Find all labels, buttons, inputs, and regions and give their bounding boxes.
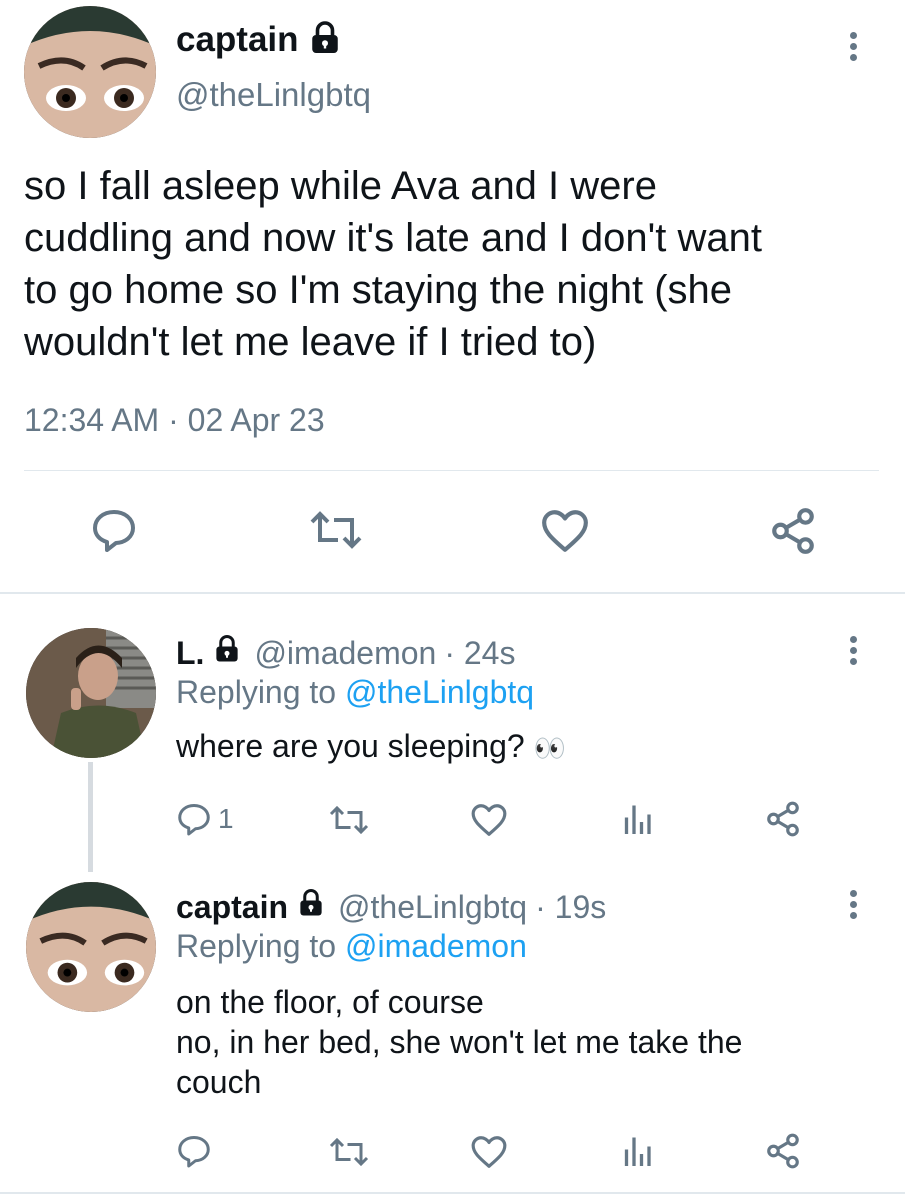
- reply-age: · 24s: [444, 634, 516, 671]
- heart-icon[interactable]: [470, 1134, 508, 1170]
- more-vertical-icon[interactable]: [838, 28, 868, 65]
- divider: [24, 470, 879, 471]
- avatar-captain[interactable]: [26, 882, 156, 1012]
- reply-header: captain @theLinlgbtq · 19s: [176, 886, 606, 928]
- eyes-emoji: 👀: [533, 733, 566, 763]
- reply-text-body: where are you sleeping?: [176, 728, 525, 764]
- thread-line: [88, 762, 93, 872]
- avatar-captain[interactable]: [24, 6, 156, 138]
- tweet-text: so I fall asleep while Ava and I were cu…: [24, 160, 762, 368]
- reply-text: on the floor, of course no, in her bed, …: [176, 982, 742, 1102]
- replying-to-link[interactable]: @theLinlgbtq: [345, 674, 534, 710]
- share-icon[interactable]: [764, 800, 802, 838]
- retweet-icon[interactable]: [326, 805, 372, 835]
- author-display-name[interactable]: captain: [176, 20, 299, 60]
- tweet-text-line: wouldn't let me leave if I tried to): [24, 320, 597, 364]
- replying-to-label: Replying to: [176, 928, 337, 964]
- lock-icon: [307, 20, 343, 61]
- replying-to: Replying to @theLinlgbtq: [176, 674, 534, 711]
- reply-text-line: on the floor, of course: [176, 984, 484, 1020]
- reply-author-name[interactable]: L.: [176, 635, 204, 672]
- tweet-text-line: to go home so I'm staying the night (she: [24, 268, 733, 312]
- retweet-icon[interactable]: [306, 510, 366, 550]
- reply-author-name[interactable]: captain: [176, 889, 288, 926]
- replying-to-link[interactable]: @imademon: [345, 928, 527, 964]
- retweet-icon[interactable]: [326, 1137, 372, 1167]
- analytics-icon[interactable]: [622, 802, 652, 836]
- lock-icon: [212, 634, 242, 672]
- reply-button[interactable]: 1: [176, 802, 234, 836]
- tweet-timestamp[interactable]: 12:34 AM · 02 Apr 23: [24, 402, 325, 439]
- lock-icon: [296, 888, 326, 926]
- reply-age: · 19s: [535, 888, 607, 925]
- heart-icon[interactable]: [540, 508, 590, 554]
- replying-to-label: Replying to: [176, 674, 337, 710]
- reply-icon[interactable]: [90, 508, 138, 552]
- tweet-text-line: so I fall asleep while Ava and I were: [24, 164, 657, 208]
- reply-count: 1: [218, 803, 234, 834]
- reply-author-handle[interactable]: @theLinlgbtq: [338, 889, 527, 926]
- section-divider: [0, 592, 905, 594]
- reply-icon: [176, 802, 212, 836]
- bottom-divider: [0, 1192, 905, 1194]
- reply-icon[interactable]: [176, 1134, 212, 1168]
- avatar-l[interactable]: [26, 628, 156, 758]
- reply-text-line: no, in her bed, she won't let me take th…: [176, 1024, 743, 1060]
- reply-text: where are you sleeping? 👀: [176, 728, 566, 765]
- reply-author-handle[interactable]: @imademon: [254, 635, 436, 672]
- more-vertical-icon[interactable]: [838, 886, 868, 923]
- reply-header: L. @imademon · 24s: [176, 632, 515, 674]
- share-icon[interactable]: [764, 1132, 802, 1170]
- author-row: captain: [176, 18, 343, 62]
- tweet-text-line: cuddling and now it's late and I don't w…: [24, 216, 762, 260]
- reply-text-line: couch: [176, 1064, 262, 1100]
- author-handle[interactable]: @theLinlgbtq: [176, 76, 371, 114]
- heart-icon[interactable]: [470, 802, 508, 838]
- replying-to: Replying to @imademon: [176, 928, 527, 965]
- share-icon[interactable]: [768, 506, 818, 556]
- analytics-icon[interactable]: [622, 1134, 652, 1168]
- more-vertical-icon[interactable]: [838, 632, 868, 669]
